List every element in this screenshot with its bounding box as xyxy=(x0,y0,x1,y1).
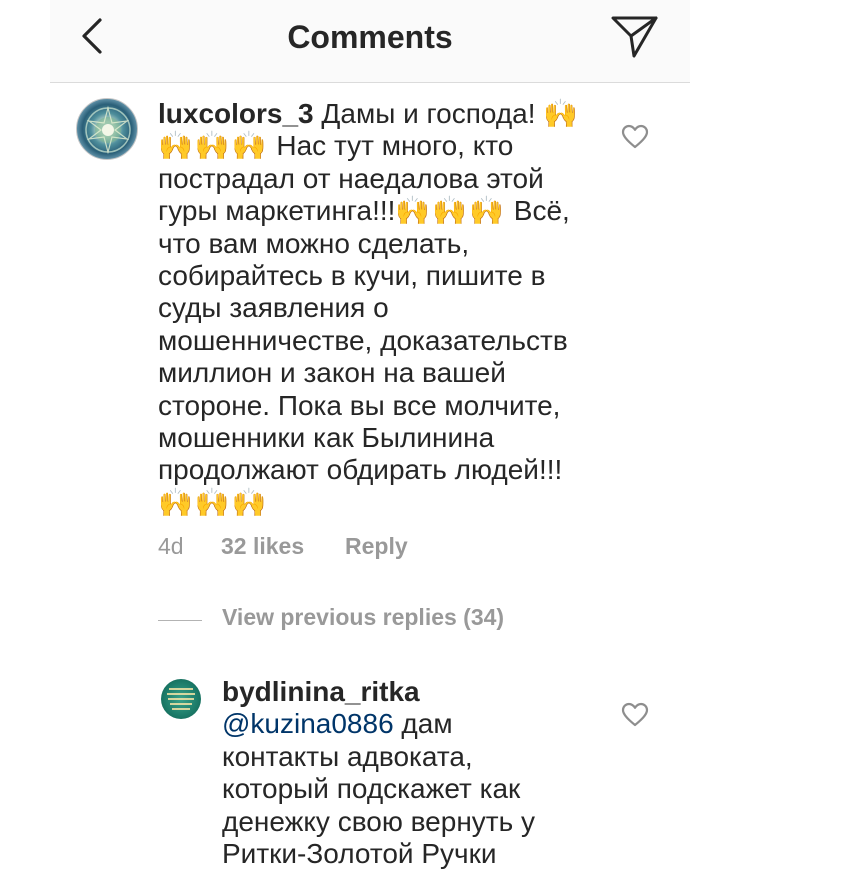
divider xyxy=(158,620,202,621)
avatar[interactable] xyxy=(76,98,138,160)
reply-username[interactable]: bydlinina_ritka xyxy=(222,676,420,707)
page-title: Comments xyxy=(287,19,453,55)
likes-count[interactable]: 32 likes xyxy=(221,533,304,560)
reply-body: bydlinina_ritka @kuzina0886 дам контакты… xyxy=(222,676,572,870)
heart-outline-icon xyxy=(621,702,649,727)
reply-button[interactable]: Reply xyxy=(345,533,408,560)
comment-body: luxcolors_3 Дамы и господа! 🙌🙌🙌🙌 Нас тут… xyxy=(158,97,588,519)
reply-like-button[interactable] xyxy=(621,702,649,728)
raised-hands-emoji: 🙌🙌🙌 xyxy=(158,485,269,519)
comment-username[interactable]: luxcolors_3 xyxy=(158,98,314,129)
heart-outline-icon xyxy=(621,124,649,149)
share-button[interactable] xyxy=(610,14,660,60)
mention-link[interactable]: @kuzina0886 xyxy=(222,708,394,739)
view-replies-label[interactable]: View previous replies (34) xyxy=(222,604,504,631)
comment-text-part: Дамы и господа! xyxy=(321,98,536,129)
like-button[interactable] xyxy=(621,124,649,150)
avatar-image xyxy=(85,105,131,155)
header-bar: Comments xyxy=(50,0,690,83)
comment-text-part: Всё, что вам можно сделать, собирайтесь … xyxy=(158,195,570,486)
raised-hands-emoji: 🙌🙌🙌 xyxy=(395,194,507,228)
avatar-image xyxy=(167,688,195,710)
reply-avatar[interactable] xyxy=(161,679,201,719)
comments-screen: Comments luxcolors_3 Дамы и господа! 🙌🙌🙌… xyxy=(0,0,848,871)
paper-plane-icon xyxy=(611,16,658,58)
comment-time: 4d xyxy=(158,533,184,559)
